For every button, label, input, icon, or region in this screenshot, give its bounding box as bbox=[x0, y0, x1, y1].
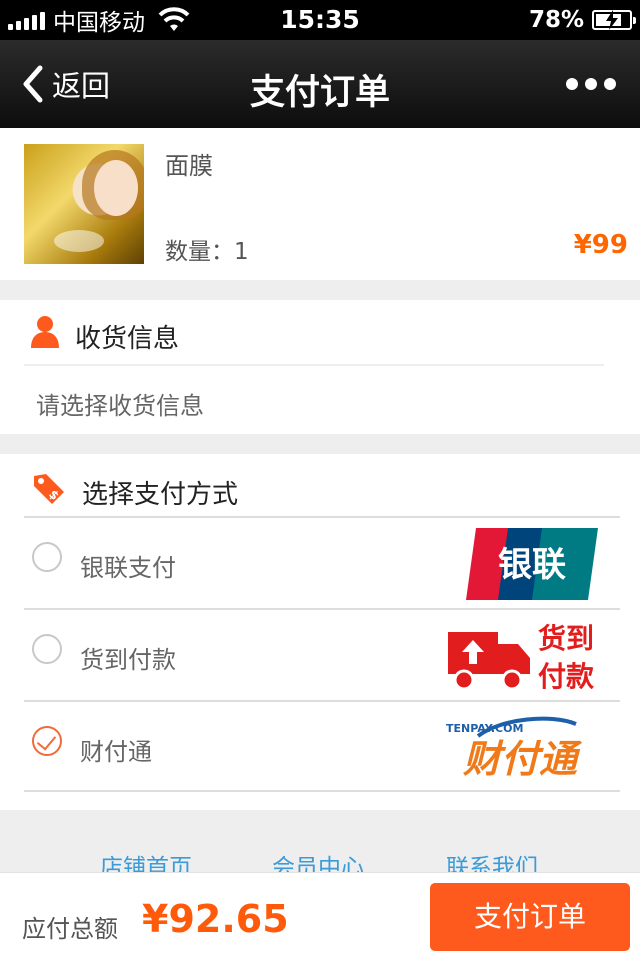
unionpay-logo-text: 银联 bbox=[498, 545, 566, 585]
payment-method-card: $ 选择支付方式 银联支付 银联 货到付款 货到 付款 财付通 TENPAY.C… bbox=[0, 454, 640, 810]
radio-unionpay[interactable] bbox=[32, 542, 62, 572]
radio-tenpay-checked[interactable] bbox=[32, 726, 62, 756]
back-button[interactable]: 返回 bbox=[20, 62, 110, 106]
payment-title: 选择支付方式 bbox=[82, 480, 239, 510]
payment-option-label: 财付通 bbox=[80, 738, 152, 766]
product-image bbox=[24, 144, 144, 264]
link-contact-us[interactable]: 联系我们 bbox=[446, 848, 538, 872]
nav-bar: 返回 支付订单 bbox=[0, 40, 640, 128]
shipping-title: 收货信息 bbox=[75, 324, 180, 354]
more-options-icon[interactable] bbox=[566, 74, 616, 94]
tenpay-logo-text: 财付通 bbox=[463, 737, 583, 781]
checkout-bar: 应付总额 ¥92.65 支付订单 bbox=[0, 872, 640, 960]
tenpay-logo-small: TENPAY.COM bbox=[446, 722, 523, 735]
radio-cod[interactable] bbox=[32, 634, 62, 664]
pay-order-button[interactable]: 支付订单 bbox=[430, 883, 630, 951]
status-right: 78% bbox=[528, 6, 636, 34]
charging-bolt-icon bbox=[606, 10, 618, 30]
product-quantity: 数量：1 bbox=[165, 232, 249, 266]
tenpay-logo-icon: TENPAY.COM 财付通 bbox=[446, 716, 583, 781]
battery-icon bbox=[592, 10, 636, 30]
user-icon bbox=[31, 316, 59, 348]
total-amount: ¥92.65 bbox=[142, 897, 289, 941]
product-price: ¥99 bbox=[573, 230, 628, 260]
payment-option-label: 货到付款 bbox=[80, 646, 176, 674]
total-label: 应付总额 bbox=[22, 915, 118, 943]
cod-logo-text-2: 付款 bbox=[538, 660, 595, 693]
cod-logo-icon: 货到 付款 bbox=[448, 622, 595, 693]
product-name: 面膜 bbox=[165, 152, 213, 180]
link-member-center[interactable]: 会员中心 bbox=[272, 848, 364, 872]
battery-percent: 78% bbox=[528, 7, 584, 33]
back-label: 返回 bbox=[52, 69, 111, 103]
select-shipping-info[interactable]: 请选择收货信息 bbox=[36, 386, 204, 421]
shipping-info-card: 收货信息 请选择收货信息 bbox=[0, 300, 640, 434]
product-card: 面膜 数量：1 ¥99 bbox=[0, 128, 640, 280]
cod-logo-text-1: 货到 bbox=[538, 622, 594, 655]
unionpay-logo-icon: 银联 bbox=[466, 528, 598, 600]
quantity-label: 数量： bbox=[165, 239, 234, 265]
footer-links: 店铺首页 会员中心 联系我们 bbox=[0, 810, 640, 872]
price-tag-icon: $ bbox=[34, 474, 64, 504]
payment-option-label: 银联支付 bbox=[80, 554, 176, 582]
payment-option-cod[interactable]: 货到付款 货到 付款 bbox=[24, 608, 620, 700]
payment-option-unionpay[interactable]: 银联支付 银联 bbox=[24, 516, 620, 608]
link-shop-home[interactable]: 店铺首页 bbox=[100, 848, 192, 872]
divider bbox=[24, 364, 604, 366]
quantity-value: 1 bbox=[234, 239, 249, 265]
payment-option-tenpay[interactable]: 财付通 TENPAY.COM 财付通 bbox=[24, 700, 620, 792]
chevron-left-icon bbox=[23, 65, 43, 103]
status-bar: 中国移动 15:35 78% bbox=[0, 0, 640, 40]
